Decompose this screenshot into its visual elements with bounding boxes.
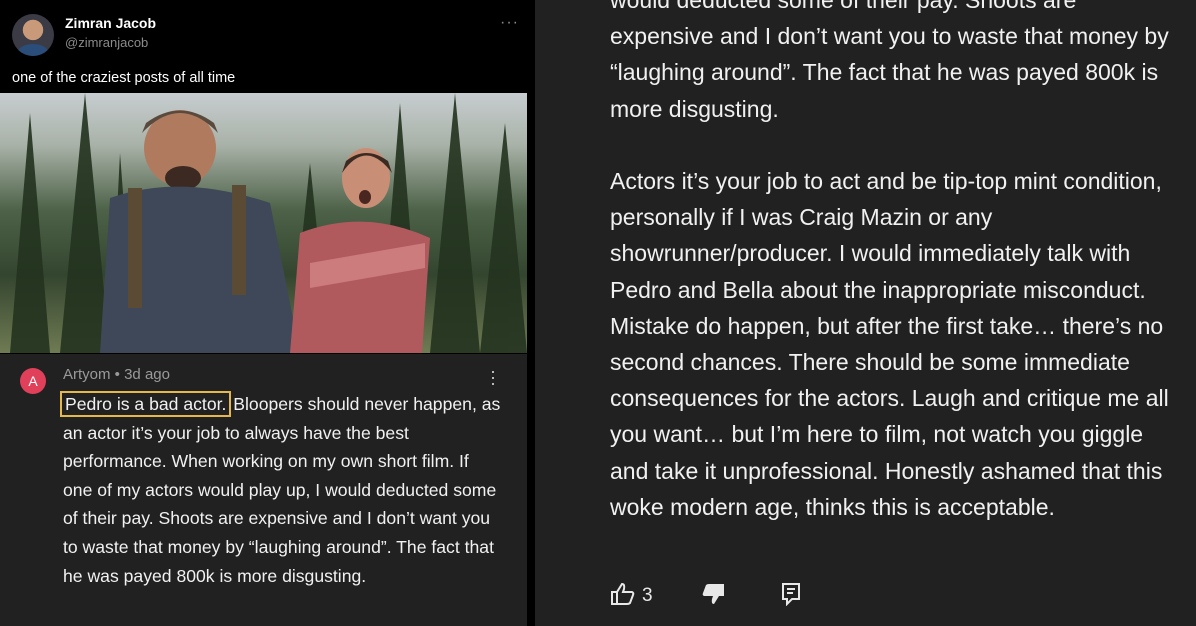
- post-photo[interactable]: [0, 93, 527, 353]
- post-text: one of the craziest posts of all time: [12, 70, 236, 86]
- comment-text-left: Bloopers should never happen, as an acto…: [63, 394, 501, 586]
- man-figure: [100, 110, 300, 353]
- comment-body-right: would deducted some of their pay. Shoots…: [610, 0, 1170, 561]
- comment-body: Pedro is a bad actor. Bloopers should ne…: [59, 390, 503, 590]
- comment-card: A Artyom • 3d ago · · · Pedro is a bad act…: [0, 354, 527, 626]
- highlighted-sentence: Pedro is a bad actor.: [59, 391, 232, 417]
- thumb-down-icon[interactable]: [700, 582, 726, 612]
- reply-icon[interactable]: [780, 582, 802, 612]
- comment-paragraph-1: would deducted some of their pay. Shoots…: [610, 0, 1169, 122]
- comment-menu-icon[interactable]: · · ·: [486, 362, 500, 392]
- author-avatar[interactable]: [12, 14, 54, 56]
- tweet-panel: Zimran Jacob @zimranjacob ··· one of the…: [0, 0, 527, 626]
- commenter-avatar[interactable]: A: [20, 368, 46, 394]
- comment-paragraph-2: Actors it’s your job to act and be tip-t…: [610, 168, 1169, 520]
- like-count: 3: [642, 585, 653, 606]
- photo-illustration: [10, 93, 527, 353]
- more-options-icon[interactable]: ···: [500, 14, 519, 32]
- author-name[interactable]: Zimran Jacob: [65, 15, 156, 31]
- thumb-up-icon[interactable]: [610, 582, 636, 612]
- comment-meta: Artyom • 3d ago: [63, 366, 170, 383]
- comment-continuation-panel: would deducted some of their pay. Shoots…: [535, 0, 1196, 626]
- panel-divider: [527, 0, 535, 626]
- author-handle[interactable]: @zimranjacob: [65, 35, 148, 50]
